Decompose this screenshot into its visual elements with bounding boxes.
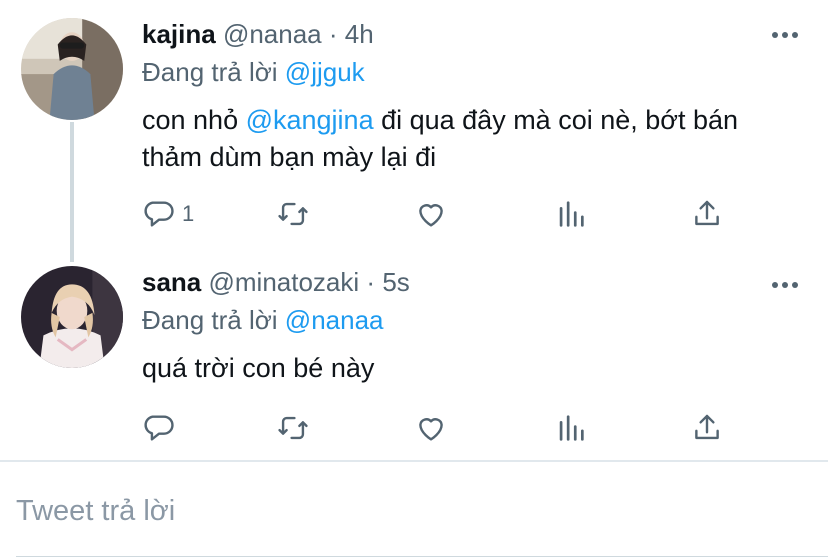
stats-button[interactable] xyxy=(554,408,588,448)
avatar-image xyxy=(21,266,123,368)
mention-link[interactable]: @kangjina xyxy=(246,105,374,135)
handle[interactable]: @nanaa xyxy=(223,19,322,49)
retweet-button[interactable] xyxy=(276,408,310,448)
reply-icon xyxy=(144,201,174,227)
share-button[interactable] xyxy=(690,194,724,234)
like-button[interactable] xyxy=(414,194,448,234)
separator-dot: · xyxy=(366,267,376,297)
tweet-actions: 1 xyxy=(142,194,742,234)
stats-icon xyxy=(559,201,584,227)
share-icon xyxy=(695,414,719,440)
reply-input[interactable] xyxy=(16,486,806,536)
tweet-actions xyxy=(142,408,742,448)
separator-dot: · xyxy=(328,19,338,49)
heart-icon xyxy=(419,204,443,227)
retweet-icon xyxy=(278,416,308,440)
heart-icon xyxy=(419,418,443,441)
reply-composer xyxy=(0,462,828,560)
share-icon xyxy=(695,200,719,226)
reply-button[interactable] xyxy=(142,408,176,448)
handle[interactable]: @minatozaki xyxy=(209,267,360,297)
replying-prefix: Đang trả lời xyxy=(142,305,278,335)
share-button[interactable] xyxy=(690,408,724,448)
tweet-item[interactable]: sana @minatozaki · 5s Đang trả lời @nana… xyxy=(0,262,828,460)
tweet-item[interactable]: kajina @nanaa · 4h Đang trả lời @jjguk c… xyxy=(0,0,828,262)
tweet-text: con nhỏ @kangjina đi qua đây mà coi nè, … xyxy=(142,102,792,176)
more-icon[interactable] xyxy=(772,28,800,42)
stats-icon xyxy=(559,415,584,441)
more-icon[interactable] xyxy=(772,278,800,292)
avatar[interactable] xyxy=(21,266,123,368)
tweet-header: sana @minatozaki · 5s xyxy=(142,266,410,298)
replying-to: Đang trả lời @jjguk xyxy=(142,56,365,88)
replying-mention-link[interactable]: @jjguk xyxy=(285,57,365,87)
divider xyxy=(16,556,828,557)
retweet-button[interactable] xyxy=(276,194,310,234)
avatar-image xyxy=(21,18,123,120)
reply-icon xyxy=(144,415,174,441)
stats-button[interactable] xyxy=(554,194,588,234)
display-name[interactable]: sana xyxy=(142,267,201,297)
reply-button[interactable]: 1 xyxy=(142,194,194,234)
display-name[interactable]: kajina xyxy=(142,19,216,49)
tweet-text: quá trời con bé này xyxy=(142,350,792,387)
timestamp[interactable]: 5s xyxy=(382,267,409,297)
tweet-header: kajina @nanaa · 4h xyxy=(142,18,374,50)
avatar[interactable] xyxy=(21,18,123,120)
tweet-text-part: quá trời con bé này xyxy=(142,353,375,383)
replying-to: Đang trả lời @nanaa xyxy=(142,304,384,336)
replying-prefix: Đang trả lời xyxy=(142,57,278,87)
tweet-text-part: con nhỏ xyxy=(142,105,246,135)
replying-mention-link[interactable]: @nanaa xyxy=(285,305,384,335)
reply-count: 1 xyxy=(182,201,195,226)
retweet-icon xyxy=(278,202,308,226)
timestamp[interactable]: 4h xyxy=(345,19,374,49)
like-button[interactable] xyxy=(414,408,448,448)
